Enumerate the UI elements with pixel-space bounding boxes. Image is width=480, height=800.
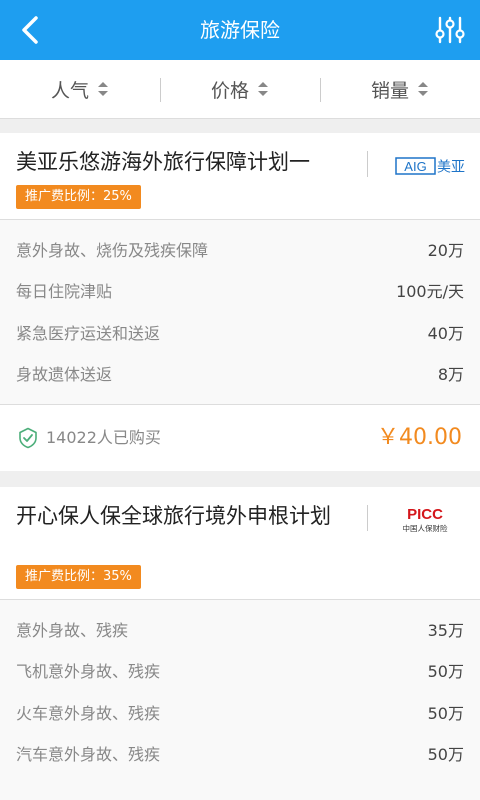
product-card[interactable]: 开心保人保全球旅行境外申根计划 PICC 中国人保财险 推广费比例：35% 意外…	[0, 487, 480, 800]
coverage-row: 意外身故、残疾 35万	[0, 608, 480, 650]
coverage-value: 100元/天	[396, 282, 464, 302]
coverage-list: 意外身故、残疾 35万 飞机意外身故、残疾 50万 火车意外身故、残疾 50万 汽车意…	[0, 600, 480, 800]
product-price: ￥40.00	[377, 425, 462, 450]
page-title: 旅游保险	[200, 18, 280, 42]
coverage-label: 身故遗体送返	[16, 365, 113, 385]
logo-brand: PICC	[407, 506, 443, 523]
app-header: 旅游保险	[0, 0, 480, 60]
aig-logo-icon: AIG 美亚	[395, 157, 465, 176]
sort-sales[interactable]: 销量	[320, 60, 480, 118]
product-name: 开心保人保全球旅行境外申根计划	[16, 504, 331, 528]
coverage-value: 50万	[427, 745, 464, 765]
coverage-row: 紧急医疗运送和送返 40万	[0, 311, 480, 353]
coverage-list: 意外身故、烧伤及残疾保障 20万 每日住院津贴 100元/天 紧急医疗运送和送返 40…	[0, 220, 480, 404]
commission-badge: 推广费比例：35%	[16, 565, 141, 589]
coverage-label: 每日住院津贴	[16, 282, 113, 302]
coverage-value: 20万	[427, 240, 464, 260]
logo-brand: AIG	[404, 159, 426, 174]
coverage-label: 汽车意外身故、残疾	[16, 745, 161, 765]
sort-bar: 人气 价格 销量	[0, 60, 480, 119]
sort-price[interactable]: 价格	[160, 60, 320, 118]
product-card[interactable]: 美亚乐悠游海外旅行保障计划一 AIG 美亚 推广费比例：25% 意外身故、烧伤及…	[0, 133, 480, 471]
product-footer: 14022人已购买 ￥40.00	[0, 405, 480, 471]
coverage-value: 50万	[427, 662, 464, 682]
logo-text: 美亚	[437, 160, 465, 176]
coverage-label: 飞机意外身故、残疾	[16, 662, 161, 682]
coverage-label: 紧急医疗运送和送返	[16, 323, 161, 343]
sort-arrows-icon	[98, 82, 108, 96]
sort-label: 价格	[210, 79, 249, 102]
coverage-label: 火车意外身故、残疾	[16, 703, 161, 723]
product-name: 美亚乐悠游海外旅行保障计划一	[16, 150, 310, 174]
coverage-row: 意外身故、烧伤及残疾保障 20万	[0, 228, 480, 270]
sort-arrows-icon	[418, 82, 428, 96]
commission-badge: 推广费比例：25%	[16, 185, 141, 209]
picc-logo-icon: PICC 中国人保财险	[403, 506, 448, 533]
coverage-value: 40万	[427, 323, 464, 343]
coverage-row: 身故遗体送返 8万	[0, 353, 480, 395]
coverage-value: 35万	[427, 620, 464, 640]
coverage-row: 汽车意外身故、残疾 50万	[0, 733, 480, 775]
coverage-label: 意外身故、烧伤及残疾保障	[16, 240, 209, 260]
coverage-label: 意外身故、残疾	[16, 620, 129, 640]
filter-settings-icon[interactable]	[434, 14, 466, 46]
shield-check-icon	[19, 427, 37, 449]
sort-popularity[interactable]: 人气	[0, 60, 160, 118]
buyers-count: 14022人已购买	[46, 428, 161, 447]
coverage-row: 火车意外身故、残疾 50万	[0, 691, 480, 733]
sort-label: 人气	[50, 79, 89, 102]
sort-arrows-icon	[258, 82, 268, 96]
logo-text: 中国人保财险	[403, 523, 448, 533]
coverage-value: 50万	[427, 703, 464, 723]
coverage-value: 8万	[437, 365, 464, 385]
logo-divider	[367, 505, 368, 531]
logo-divider	[367, 151, 368, 177]
coverage-row: 飞机意外身故、残疾 50万	[0, 650, 480, 692]
sort-label: 销量	[370, 79, 409, 102]
coverage-row: 每日住院津贴 100元/天	[0, 270, 480, 312]
